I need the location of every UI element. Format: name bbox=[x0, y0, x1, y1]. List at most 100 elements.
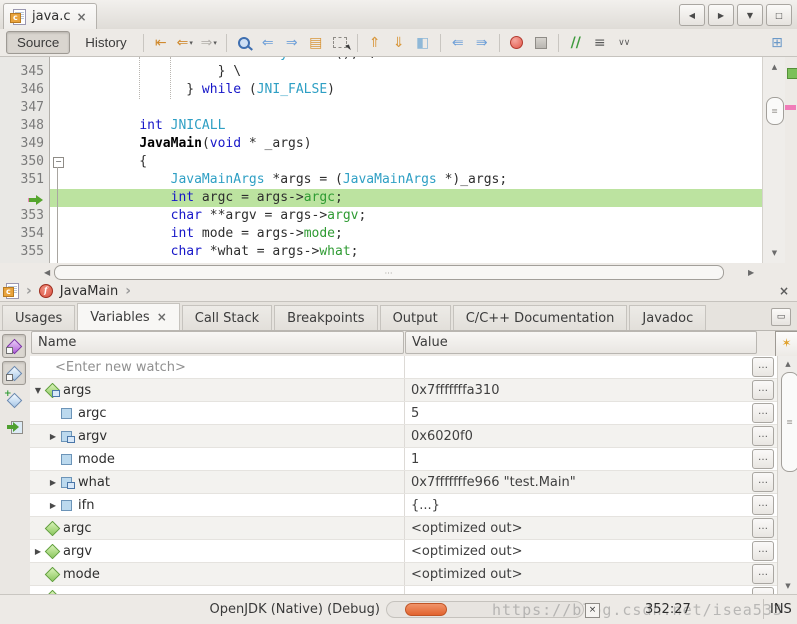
code-line-349[interactable]: JavaMain(void * _args) bbox=[50, 135, 762, 153]
history-button[interactable]: History bbox=[74, 31, 137, 54]
shift-right-icon[interactable]: ⇛ bbox=[470, 32, 494, 54]
variable-value-cell[interactable]: <optimized out> bbox=[404, 517, 748, 539]
value-edit-button[interactable]: … bbox=[752, 495, 774, 515]
code-line-354[interactable]: int mode = args->mode; bbox=[50, 225, 762, 243]
variable-value-cell[interactable]: 0x7fffffffa310 bbox=[404, 379, 748, 401]
tab-list-button[interactable]: ▼ bbox=[737, 4, 763, 26]
scroll-down-icon[interactable]: ▼ bbox=[763, 249, 786, 257]
fold-collapse-icon[interactable]: − bbox=[53, 157, 64, 168]
expand-icon[interactable]: ▶ bbox=[47, 432, 59, 441]
next-bookmark-icon[interactable]: ⇓ bbox=[387, 32, 411, 54]
tab-close-icon[interactable]: × bbox=[77, 11, 87, 23]
source-button[interactable]: Source bbox=[6, 31, 71, 54]
code-line-346[interactable]: } while (JNI_FALSE) bbox=[50, 81, 762, 99]
new-watch-placeholder[interactable]: <Enter new watch> bbox=[32, 360, 186, 375]
value-edit-button[interactable]: … bbox=[752, 426, 774, 446]
variable-name-cell[interactable]: ▶ argv bbox=[30, 429, 404, 444]
variable-value-cell[interactable] bbox=[404, 586, 748, 594]
gutter-line-351[interactable]: 351 bbox=[0, 171, 49, 189]
variable-row-argv[interactable]: ▶ argv <optimized out>… bbox=[30, 540, 777, 563]
code-line-352[interactable]: int argc = args->argc; bbox=[50, 189, 762, 207]
tab-close-icon[interactable]: × bbox=[157, 311, 167, 323]
show-watches-toggle[interactable] bbox=[2, 334, 26, 358]
variable-name-cell[interactable]: mode bbox=[30, 567, 404, 582]
code-line-350[interactable]: { bbox=[50, 153, 762, 171]
back-icon[interactable]: ⇐ ▾ bbox=[173, 32, 197, 54]
code-editor[interactable]: 344345346347348349350351353354355 Destro… bbox=[0, 57, 762, 263]
value-edit-button[interactable]: … bbox=[752, 472, 774, 492]
expand-icon[interactable]: ▶ bbox=[32, 547, 44, 556]
scroll-left-icon[interactable]: ◀ bbox=[44, 268, 50, 277]
variable-row-argv[interactable]: ▶ argv 0x6020f0… bbox=[30, 425, 777, 448]
forward-icon[interactable]: ⇒ ▾ bbox=[197, 32, 221, 54]
variable-row-mode[interactable]: mode 1… bbox=[30, 448, 777, 471]
gutter-line-355[interactable]: 355 bbox=[0, 243, 49, 261]
variable-row-mode[interactable]: mode <optimized out>… bbox=[30, 563, 777, 586]
gutter-line-353[interactable]: 353 bbox=[0, 207, 49, 225]
variables-vscroll-thumb[interactable]: ≡ bbox=[781, 372, 797, 472]
variable-value-cell[interactable]: 5 bbox=[404, 402, 748, 424]
variable-value-cell[interactable]: <optimized out> bbox=[404, 563, 748, 585]
variable-name-cell[interactable]: ▼ args bbox=[30, 383, 404, 398]
tab-c-c-documentation[interactable]: C/C++ Documentation bbox=[452, 305, 628, 330]
variable-name-cell[interactable]: argc bbox=[30, 406, 404, 421]
variable-name-cell[interactable]: <Enter new watch> bbox=[30, 360, 404, 375]
tab-usages[interactable]: Usages bbox=[2, 305, 76, 330]
find-next-icon[interactable]: ⇒ bbox=[280, 32, 304, 54]
editor-vscroll-thumb[interactable]: ≡ bbox=[766, 97, 784, 125]
progress-bar[interactable] bbox=[386, 601, 584, 618]
value-edit-button[interactable]: … bbox=[752, 587, 774, 594]
error-stripe[interactable] bbox=[785, 57, 797, 263]
value-edit-button[interactable]: … bbox=[752, 380, 774, 400]
gutter-line-350[interactable]: 350 bbox=[0, 153, 49, 171]
variable-row-<Enter new watch>[interactable]: <Enter new watch>… bbox=[30, 356, 777, 379]
scroll-up-icon[interactable]: ▲ bbox=[763, 63, 786, 71]
editor-vertical-scrollbar[interactable]: ▲ ≡ ▼ bbox=[762, 57, 786, 263]
uncomment-icon[interactable]: ≡ bbox=[588, 32, 612, 54]
shift-left-icon[interactable]: ⇚ bbox=[446, 32, 470, 54]
variable-name-cell[interactable]: ▶ what bbox=[30, 475, 404, 490]
variable-row-args[interactable]: ▼ args 0x7fffffffa310… bbox=[30, 379, 777, 402]
evaluate-expression-button[interactable] bbox=[2, 415, 26, 439]
code-line-353[interactable]: char **argv = args->argv; bbox=[50, 207, 762, 225]
more-toolbar-items-icon[interactable]: ∨∨ bbox=[612, 32, 636, 54]
code-line-355[interactable]: char *what = args->what; bbox=[50, 243, 762, 261]
stop-macro-recording-icon[interactable] bbox=[529, 32, 553, 54]
dropdown-caret-icon[interactable]: ▾ bbox=[189, 39, 193, 47]
breadcrumb-item-javamain[interactable]: JavaMain bbox=[60, 284, 119, 299]
tab-output[interactable]: Output bbox=[379, 305, 451, 330]
variable-row-blank[interactable]: … bbox=[30, 586, 777, 594]
previous-bookmark-icon[interactable]: ⇑ bbox=[363, 32, 387, 54]
variable-name-cell[interactable]: mode bbox=[30, 452, 404, 467]
last-edit-location-icon[interactable]: ⇤ bbox=[149, 32, 173, 54]
editor-tab-java-c[interactable]: java.c × bbox=[3, 3, 97, 29]
variable-name-cell[interactable]: ▶ argv bbox=[30, 544, 404, 559]
toggle-bookmark-icon[interactable]: ◧ bbox=[411, 32, 435, 54]
rectangular-selection-icon[interactable] bbox=[328, 32, 352, 54]
scroll-tabs-right-button[interactable]: ▶ bbox=[708, 4, 734, 26]
value-edit-button[interactable]: … bbox=[752, 403, 774, 423]
gutter-line-354[interactable]: 354 bbox=[0, 225, 49, 243]
code-line-351[interactable]: JavaMainArgs *args = (JavaMainArgs *)_ar… bbox=[50, 171, 762, 189]
variable-row-argc[interactable]: argc <optimized out>… bbox=[30, 517, 777, 540]
scroll-down-icon[interactable]: ▼ bbox=[778, 582, 797, 590]
table-options-icon[interactable]: ✶ bbox=[775, 331, 797, 357]
scroll-tabs-left-button[interactable]: ◀ bbox=[679, 4, 705, 26]
toggle-highlight-icon[interactable]: ▤ bbox=[304, 32, 328, 54]
gutter-line-347[interactable]: 347 bbox=[0, 99, 49, 117]
new-watch-button[interactable]: + bbox=[2, 388, 26, 412]
value-edit-button[interactable]: … bbox=[752, 518, 774, 538]
find-previous-icon[interactable]: ⇐ bbox=[256, 32, 280, 54]
editor-hscroll-thumb[interactable]: ⋯ bbox=[54, 265, 724, 280]
value-edit-button[interactable]: … bbox=[752, 449, 774, 469]
value-edit-button[interactable]: … bbox=[752, 564, 774, 584]
gutter-line-352[interactable] bbox=[0, 189, 49, 207]
minimize-panel-button[interactable]: ▭ bbox=[771, 308, 791, 326]
show-pinned-watches-toggle[interactable] bbox=[2, 361, 26, 385]
scroll-up-icon[interactable]: ▲ bbox=[778, 360, 797, 368]
gutter-line-346[interactable]: 346 bbox=[0, 81, 49, 99]
variable-value-cell[interactable]: 0x6020f0 bbox=[404, 425, 748, 447]
variable-name-cell[interactable]: argc bbox=[30, 521, 404, 536]
expand-icon[interactable]: ▶ bbox=[47, 501, 59, 510]
column-header-value[interactable]: Value bbox=[405, 331, 757, 354]
